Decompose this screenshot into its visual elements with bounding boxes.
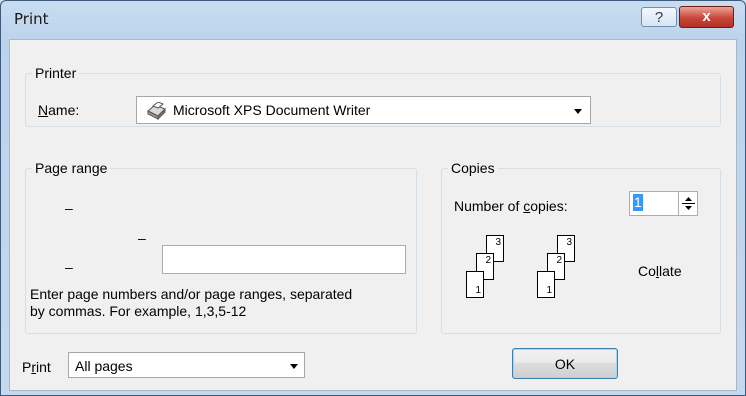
chevron-down-icon (290, 364, 298, 369)
printer-group-label: Printer (35, 65, 77, 81)
ok-button[interactable]: OK (512, 348, 618, 379)
window-title: Print (14, 10, 49, 28)
selection-option-placeholder[interactable]: – (138, 230, 146, 246)
help-button[interactable]: ? (641, 7, 677, 27)
copies-count: 1 (633, 194, 643, 211)
chevron-down-icon (574, 109, 582, 114)
pages-input[interactable] (162, 245, 406, 274)
selected-printer: Microsoft XPS Document Writer (173, 102, 371, 118)
name-label: Name: (38, 102, 80, 118)
printer-select[interactable]: Microsoft XPS Document Writer (136, 96, 591, 124)
number-of-copies-label: Number of copies: (454, 198, 568, 214)
copies-stepper[interactable]: 1 (629, 191, 698, 216)
collate-page: 1 (537, 271, 555, 298)
page-range-help-line2: by commas. For example, 1,3,5-12 (30, 303, 247, 319)
copies-spin-buttons[interactable] (678, 192, 698, 215)
copies-group: Copies (441, 160, 721, 334)
spin-arrows-icon (682, 197, 695, 210)
printer-icon (147, 102, 166, 120)
print-what-select[interactable]: All pages (68, 352, 305, 378)
title-bar[interactable]: Print ? x (1, 1, 745, 39)
print-what-value: All pages (75, 358, 133, 374)
collate-page: 1 (466, 271, 484, 298)
dialog-body: Printer Name: Microsoft XPS Document Wri… (9, 39, 737, 391)
ok-button-label: OK (554, 356, 576, 372)
copies-group-label: Copies (451, 160, 495, 176)
all-option-placeholder[interactable]: – (65, 200, 73, 216)
page-range-help-line1: Enter page numbers and/or page ranges, s… (30, 286, 353, 302)
close-icon: x (702, 8, 711, 25)
print-what-label: Print (22, 359, 51, 375)
help-icon: ? (654, 9, 664, 26)
pages-option-placeholder[interactable]: – (65, 259, 73, 275)
page-range-group-label: Page range (35, 160, 108, 176)
close-button[interactable]: x (679, 6, 734, 28)
collate-label[interactable]: Collate (638, 263, 682, 279)
print-dialog: Print ? x Printer Name: Microsoft XPS Do… (0, 0, 746, 396)
